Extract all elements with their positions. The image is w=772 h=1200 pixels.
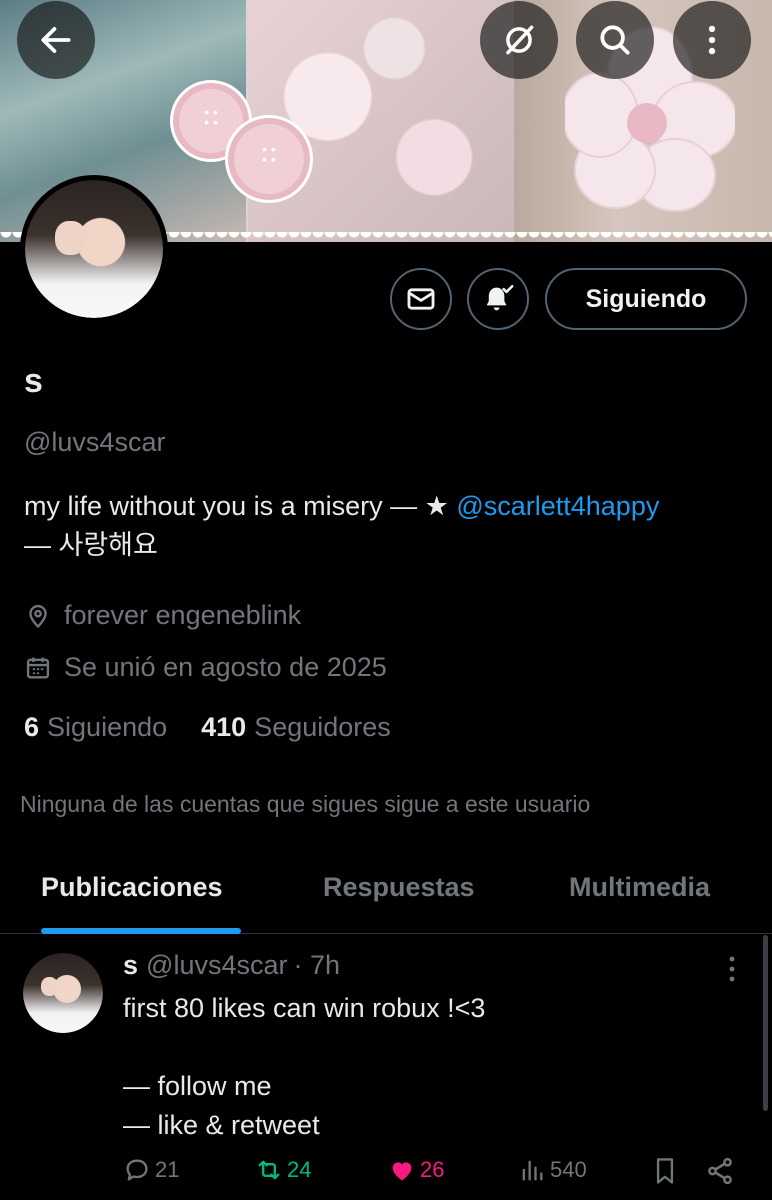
profile-tabs: Publicaciones Respuestas Multimedia [0,850,772,934]
profile-bio: my life without you is a misery — ★ @sca… [24,487,754,565]
following-count: 6 [24,712,40,742]
tab-publicaciones[interactable]: Publicaciones [41,872,223,903]
back-button[interactable] [17,1,95,79]
bio-line2: — 사랑해요 [24,530,158,560]
follow-stats: 6 Siguiendo 410 Seguidores [24,712,425,743]
post-author-handle[interactable]: @luvs4scar [146,950,287,981]
post-author-name[interactable]: s [123,950,138,981]
message-button[interactable] [390,268,452,330]
active-tab-indicator [41,928,241,934]
avatar-photo [23,953,103,1033]
tab-multimedia[interactable]: Multimedia [569,872,710,903]
profile-handle: @luvs4scar [24,427,166,457]
avatar-hand-detail [55,221,86,255]
avatar-photo [25,180,163,318]
repost-icon [258,1160,280,1180]
scrollbar[interactable] [763,935,768,1111]
mutual-followers-note: Ninguna de las cuentas que sigues sigue … [20,791,591,817]
bookmark-icon[interactable] [651,1156,679,1186]
followers-stat[interactable]: 410 Seguidores [201,712,391,743]
search-button[interactable] [576,1,654,79]
followers-count: 410 [201,712,247,742]
following-stat[interactable]: 6 Siguiendo [24,712,167,743]
avatar-hand-detail [40,977,59,997]
profile-location: forever engeneblink [24,600,301,631]
more-vertical-icon [708,25,716,55]
notifications-button[interactable] [467,268,529,330]
search-icon [600,25,630,55]
calendar-icon [26,657,50,678]
tab-respuestas[interactable]: Respuestas [323,872,475,903]
views-count: 540 [550,1157,587,1182]
bio-text: my life without you is a misery — ★ [24,491,457,521]
bell-subscribed-icon [486,284,514,311]
profile-avatar[interactable] [20,175,168,323]
views-chart-icon [522,1160,543,1181]
mail-icon [407,288,435,310]
reply-count: 21 [155,1157,180,1182]
share-icon[interactable] [705,1156,735,1186]
following-label: Siguiendo [47,712,168,742]
post-text: first 80 likes can win robux !<3 — follo… [123,993,486,1140]
following-button[interactable]: Siguiendo [545,268,747,330]
repost-action[interactable]: 24 [255,1156,311,1184]
post-header: s @luvs4scar · 7h [123,950,340,981]
location-pin-icon [29,604,47,628]
like-count: 26 [420,1157,445,1182]
location-text: forever engeneblink [64,600,302,630]
heart-filled-icon [392,1162,412,1181]
profile-name: s [24,362,43,400]
like-action[interactable]: 26 [388,1156,444,1184]
post-more-icon[interactable] [720,954,744,984]
views-action[interactable]: 540 [518,1156,587,1184]
grok-icon [506,25,534,55]
post-avatar[interactable] [23,953,103,1033]
profile-joined: Se unió en agosto de 2025 [24,652,387,683]
pink-button-decoration [225,115,313,203]
reply-action[interactable]: 21 [123,1156,179,1184]
more-options-button[interactable] [673,1,751,79]
grok-button[interactable] [480,1,558,79]
repost-count: 24 [287,1157,312,1182]
post-actions: 21 24 26 540 [0,1156,772,1198]
reply-icon [126,1159,148,1181]
joined-text: Se unió en agosto de 2025 [64,652,387,682]
followers-label: Seguidores [254,712,391,742]
post-time: · 7h [293,950,341,980]
arrow-left-icon [41,27,71,53]
bio-mention-link[interactable]: @scarlett4happy [456,491,659,521]
